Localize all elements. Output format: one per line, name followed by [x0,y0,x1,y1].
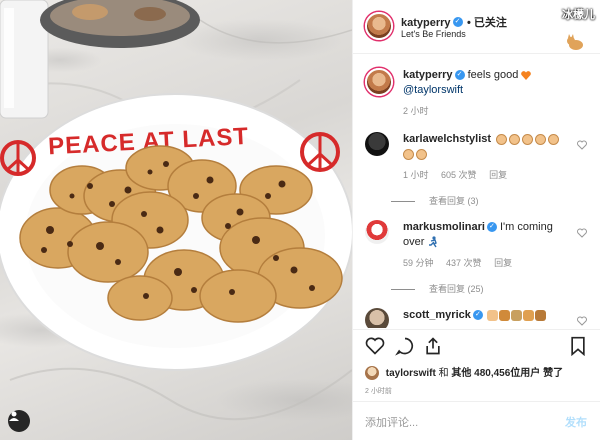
view-replies-button[interactable]: 查看回复 (25) [391,282,484,295]
post-location[interactable]: Let's Be Friends [401,29,466,39]
comment-composer: 添加评论... 发布 [353,401,600,440]
liked-others[interactable]: 其他 [451,368,471,379]
caption-time: 2 小时 [403,106,429,116]
liked-by: taylorswift 和 其他 480,456位用户 赞了 [365,364,564,381]
comment-author[interactable]: scott_myrick [403,309,471,321]
liked-suffix: 位用户 赞了 [510,368,564,379]
comment-author[interactable]: karlawelchstylist [403,133,491,145]
view-replies-button[interactable]: 查看回复 (3) [391,194,479,207]
like-comment-heart-icon[interactable] [577,228,587,238]
like-heart-icon[interactable] [365,336,385,356]
commenter-avatar[interactable] [365,308,389,328]
verified-icon: ✓ [486,222,497,233]
liked-connector: 和 [438,368,449,379]
comment-input[interactable]: 添加评论... [365,414,418,430]
cat-sticker-icon [567,34,583,50]
cookie-plate-image: PEACE AT LAST [0,0,352,421]
commenter-avatar[interactable] [365,132,389,156]
like-comment-heart-icon[interactable] [577,140,587,150]
follow-status[interactable]: • 已关注 [467,17,507,29]
comment-time: 1 小时 [403,170,429,180]
author-username[interactable]: katyperry [401,17,451,29]
post-header: katyperry ✓ • 已关注 Let's Be Friends 冰檬儿 [353,0,600,54]
caption: katyperry ✓ feels good @taylorswift 2 小时 [365,68,589,118]
mixed-emojis [486,309,546,321]
post-photo[interactable]: PEACE AT LAST [0,0,352,440]
post-panel: katyperry ✓ • 已关注 Let's Be Friends 冰檬儿 ka… [352,0,600,440]
liker-avatar[interactable] [365,366,379,381]
liker-username[interactable]: taylorswift [386,368,436,379]
post-time: 2 小时前 [365,388,392,395]
post-actions: taylorswift 和 其他 480,456位用户 赞了 2 小时前 [353,329,600,399]
comment-item: scott_myrick ✓ [365,308,589,328]
comment-item: karlawelchstylist 1 小时 605 次赞 回复 [365,132,589,192]
caption-text: feels good [467,69,519,81]
share-icon[interactable] [423,336,443,356]
comment-item: markusmolinari ✓ I'm coming over 59 分钟 43… [365,220,589,270]
orange-heart-icon [521,70,532,80]
running-person-icon [429,236,438,248]
comment-time: 59 分钟 [403,258,434,268]
verified-icon: ✓ [454,70,465,81]
commenter-avatar[interactable] [365,220,389,244]
comment-bubble-icon[interactable] [395,336,415,356]
caption-mention[interactable]: @taylorswift [403,83,573,98]
post-comment-button[interactable]: 发布 [565,414,587,430]
verified-icon: ✓ [452,16,463,27]
comment-author[interactable]: markusmolinari [403,221,485,233]
watermark: 冰檬儿 [562,9,595,21]
author-avatar[interactable] [365,12,393,40]
like-comment-heart-icon[interactable] [577,316,587,326]
verified-icon: ✓ [472,310,483,321]
reply-button[interactable]: 回复 [489,170,507,180]
user-icon[interactable] [8,410,30,432]
bookmark-icon[interactable] [569,336,587,356]
reply-button[interactable]: 回复 [494,258,512,268]
comment-likes[interactable]: 605 次赞 [441,170,477,180]
caption-author[interactable]: katyperry [403,69,453,81]
comment-likes[interactable]: 437 次赞 [446,258,482,268]
liked-count[interactable]: 480,456 [474,368,510,379]
caption-author-avatar[interactable] [365,68,393,96]
